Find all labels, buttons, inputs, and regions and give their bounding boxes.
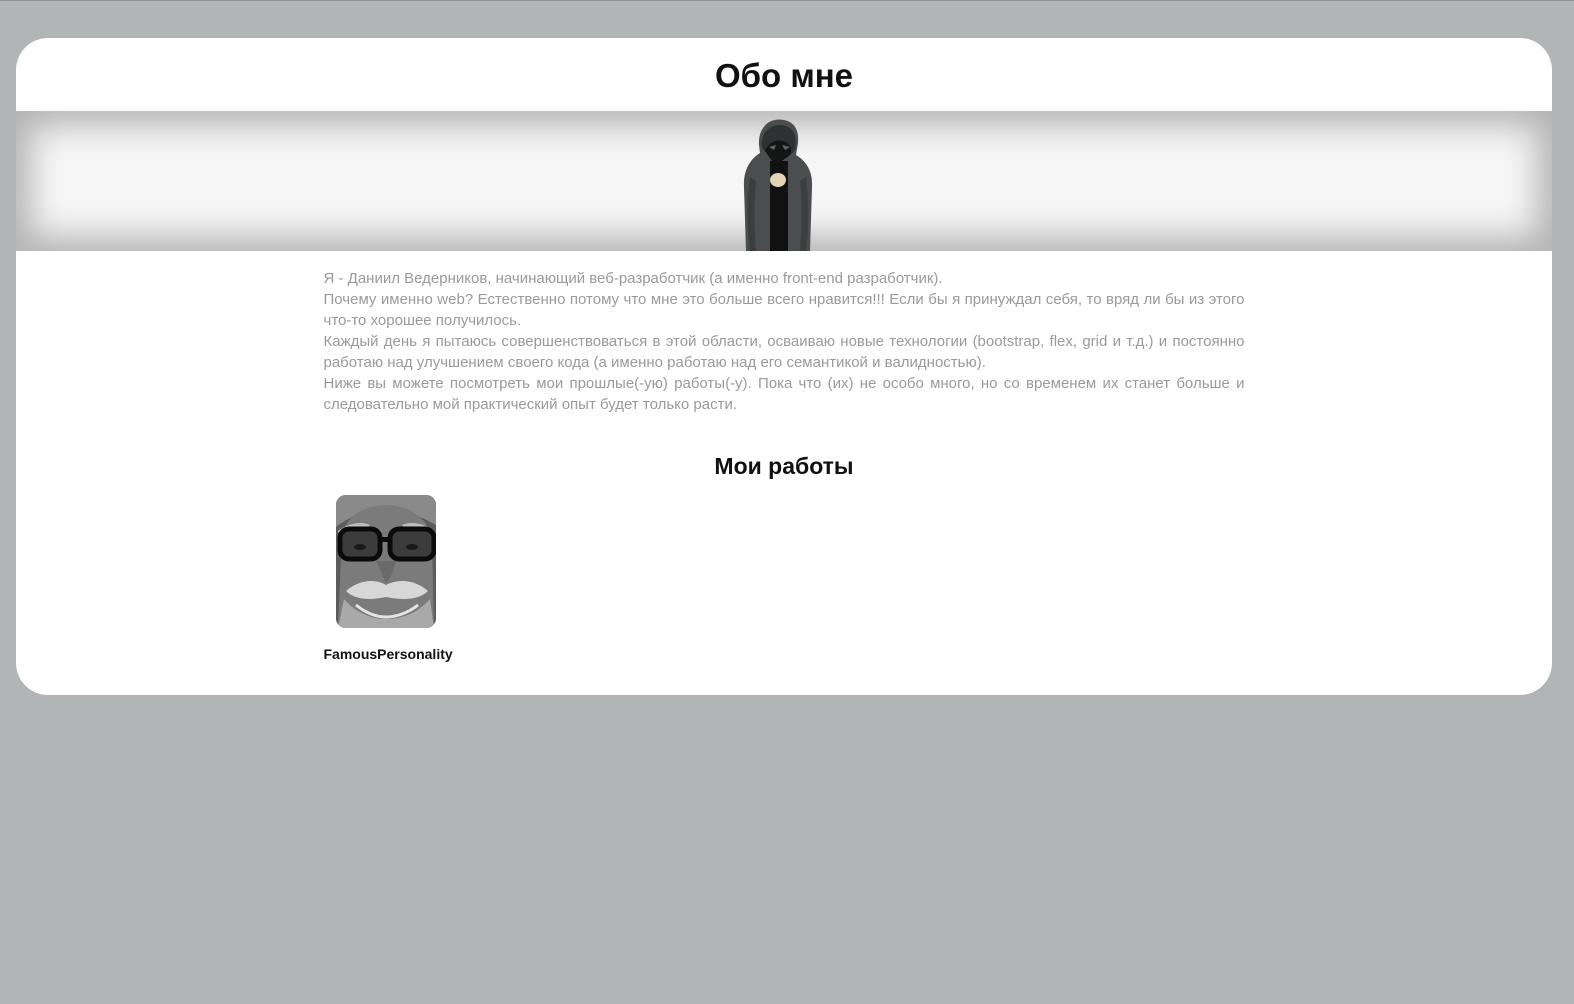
about-paragraph: Каждый день я пытаюсь совершенствоваться… bbox=[323, 333, 1245, 371]
about-paragraph: Почему именно web? Естественно потому чт… bbox=[323, 291, 1245, 329]
work-thumbnail[interactable] bbox=[336, 495, 436, 628]
portrait-photo-image bbox=[336, 495, 436, 628]
works-title: Мои работы bbox=[714, 453, 854, 479]
about-paragraph: Ниже вы можете посмотреть мои прошлые(-у… bbox=[323, 375, 1245, 413]
work-card-famous-personality[interactable]: FamousPersonality bbox=[324, 495, 453, 664]
page-title: Обо мне bbox=[714, 57, 854, 94]
hooded-figure-illustration bbox=[743, 119, 813, 251]
about-paragraph: Я - Даниил Ведерников, начинающий веб-ра… bbox=[323, 270, 943, 287]
content-card: Обо мне Я - Даниил Ведерников, начинающи… bbox=[16, 38, 1552, 695]
hero-banner bbox=[16, 111, 1552, 251]
works-list: FamousPersonality bbox=[324, 495, 1245, 664]
about-text: Я - Даниил Ведерников, начинающий веб-ра… bbox=[324, 268, 1245, 415]
work-label[interactable]: FamousPersonality bbox=[324, 644, 453, 664]
